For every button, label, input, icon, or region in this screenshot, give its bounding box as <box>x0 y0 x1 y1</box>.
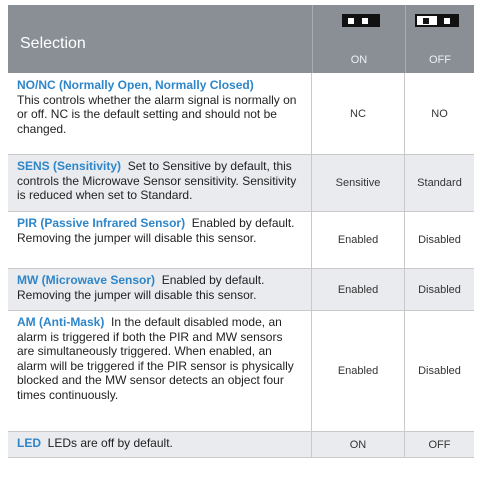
jumper-off-icon <box>415 14 459 27</box>
table-header: Selection ON OFF <box>8 5 474 73</box>
row-off-value: OFF <box>428 438 451 451</box>
row-off-value: Standard <box>417 177 462 189</box>
header-on-column: ON <box>312 5 405 73</box>
header-title: Selection <box>20 35 86 52</box>
row-term: PIR (Passive Infrared Sensor) <box>17 216 186 230</box>
table-row: PIR (Passive Infrared Sensor) Enabled by… <box>8 212 474 269</box>
table-row: SENS (Sensitivity) Set to Sensitive by d… <box>8 155 474 212</box>
row-term: SENS (Sensitivity) <box>17 159 122 173</box>
table-row: NO/NC (Normally Open, Normally Closed) T… <box>8 73 474 155</box>
row-on-value: Sensitive <box>312 155 405 211</box>
row-description: SENS (Sensitivity) Set to Sensitive by d… <box>8 155 312 211</box>
row-off-value: Disabled <box>418 234 461 246</box>
row-on-value: ON <box>312 432 405 457</box>
row-description: LED LEDs are off by default. <box>8 432 312 457</box>
row-description: NO/NC (Normally Open, Normally Closed) T… <box>8 73 312 154</box>
row-on-value: NC <box>312 73 405 154</box>
row-off-value: Disabled <box>418 365 461 377</box>
header-off-label: OFF <box>429 54 451 66</box>
table-row: MW (Microwave Sensor) Enabled by default… <box>8 269 474 311</box>
row-description: MW (Microwave Sensor) Enabled by default… <box>8 269 312 310</box>
table-row: AM (Anti-Mask) In the default disabled m… <box>8 311 474 432</box>
jumper-settings-table: Selection ON OFF NO/NC (Normally Open, N… <box>8 5 474 458</box>
row-description: AM (Anti-Mask) In the default disabled m… <box>8 311 312 431</box>
row-off-value: Disabled <box>418 283 461 296</box>
row-term: AM (Anti-Mask) <box>17 315 105 329</box>
row-on-value: Enabled <box>312 269 405 310</box>
table-row: LED LEDs are off by default. ON OFF <box>8 432 474 458</box>
jumper-on-icon <box>342 14 380 27</box>
row-term: LED <box>17 436 41 450</box>
header-off-column: OFF <box>405 5 474 73</box>
row-desc-text: This controls whether the alarm signal i… <box>17 92 297 136</box>
row-description: PIR (Passive Infrared Sensor) Enabled by… <box>8 212 312 268</box>
row-off-value: NO <box>431 107 448 120</box>
header-on-label: ON <box>350 54 368 66</box>
row-term: NO/NC (Normally Open, Normally Closed) <box>17 78 254 92</box>
row-on-value: Enabled <box>312 311 405 431</box>
row-on-value: Enabled <box>312 212 405 268</box>
row-term: MW (Microwave Sensor) <box>17 273 156 287</box>
row-desc-text: LEDs are off by default. <box>47 436 173 450</box>
